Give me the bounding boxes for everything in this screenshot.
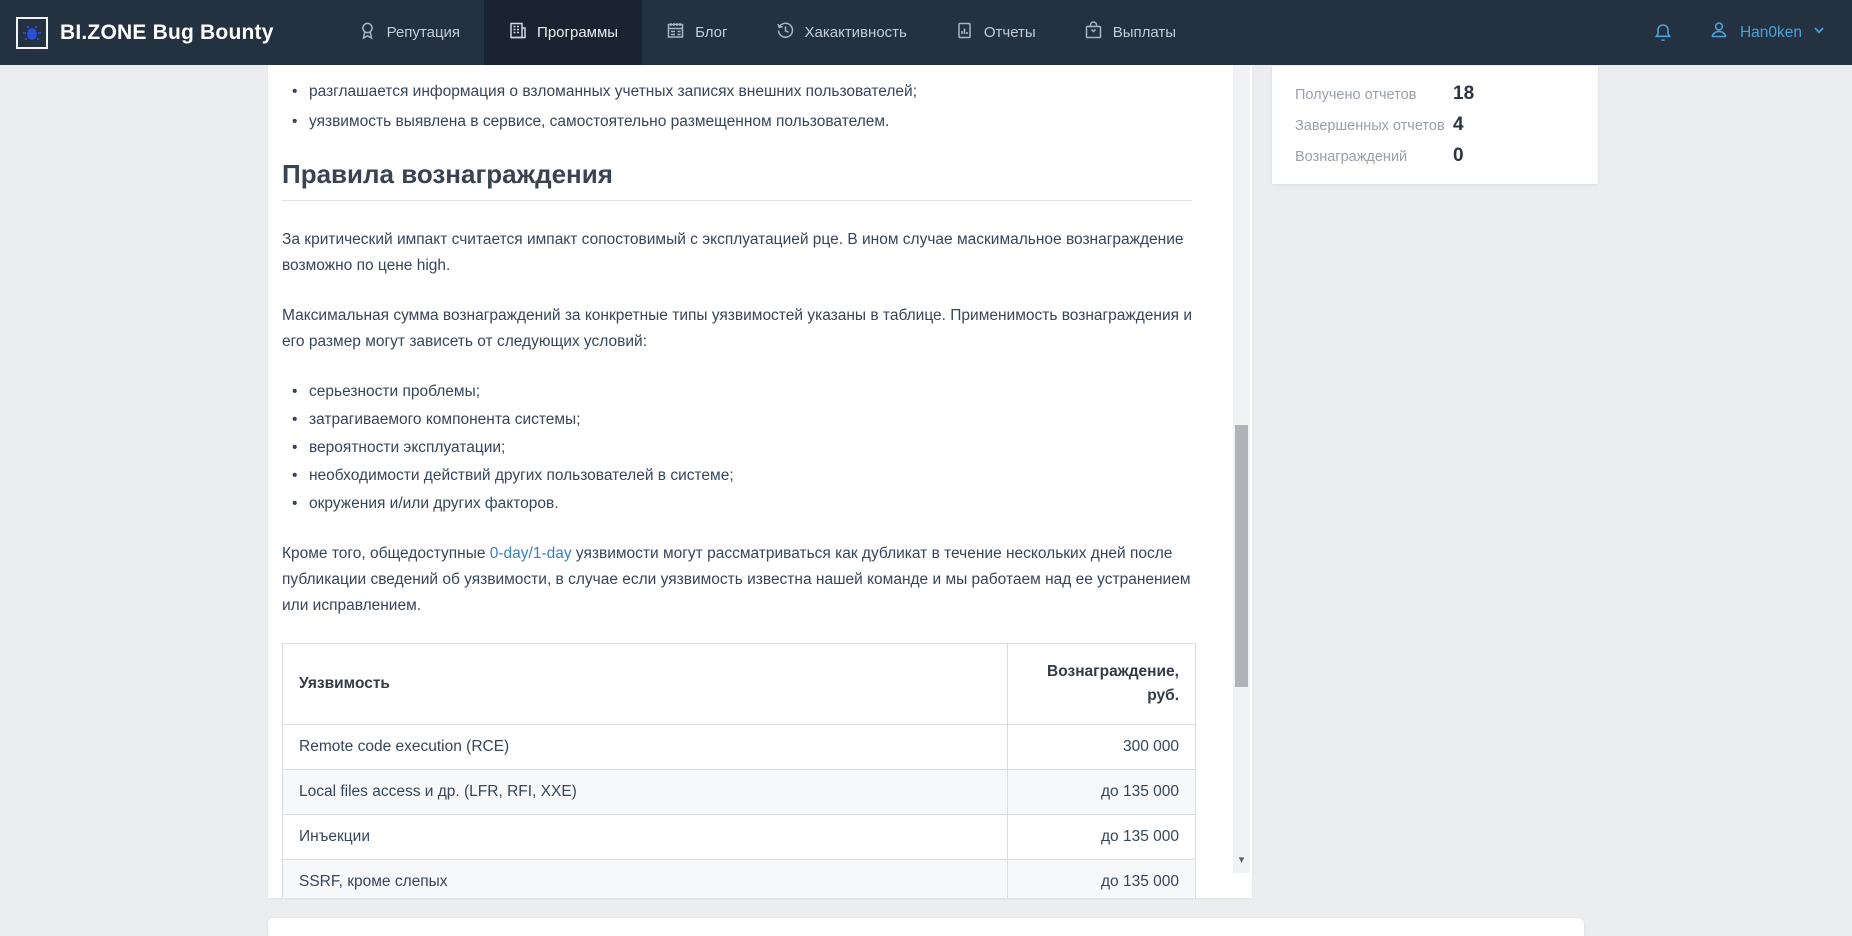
column-header-vulnerability: Уязвимость bbox=[283, 644, 1008, 725]
nav-item-hackactivity[interactable]: Хакактивность bbox=[752, 0, 931, 65]
main-nav: Репутация Программы bbox=[334, 0, 1200, 65]
reward-cell: до 135 000 bbox=[1008, 815, 1196, 860]
program-description-panel: разглашается информация о взломанных уче… bbox=[268, 65, 1252, 898]
top-navbar: BI.ZONE Bug Bounty Репутация Прог bbox=[0, 0, 1852, 65]
paragraph-max-rewards: Максимальная сумма вознаграждений за кон… bbox=[282, 303, 1192, 355]
nav-label: Репутация bbox=[387, 24, 460, 41]
reward-cell: 300 000 bbox=[1008, 725, 1196, 770]
brand-logo[interactable]: BI.ZONE Bug Bounty bbox=[0, 0, 292, 65]
vulnerability-cell: Remote code execution (RCE) bbox=[283, 725, 1008, 770]
award-icon bbox=[358, 21, 377, 44]
stat-label: Вознаграждений bbox=[1295, 149, 1453, 165]
list-item: вероятности эксплуатации; bbox=[282, 435, 1192, 461]
chevron-down-icon bbox=[1812, 23, 1826, 42]
stat-label: Завершенных отчетов bbox=[1295, 118, 1453, 134]
next-section-card-edge bbox=[268, 918, 1584, 936]
navbar-right: Han0ken bbox=[1652, 0, 1852, 65]
list-item: серьезности проблемы; bbox=[282, 379, 1192, 405]
news-icon bbox=[666, 21, 685, 44]
user-icon bbox=[1708, 19, 1730, 46]
report-icon bbox=[955, 21, 974, 44]
stat-label: Получено отчетов bbox=[1295, 87, 1453, 103]
paragraph-0day-duplicates: Кроме того, общедоступные 0-day/1-day уя… bbox=[282, 541, 1192, 619]
table-row: Remote code execution (RCE) 300 000 bbox=[283, 725, 1196, 770]
nav-label: Хакактивность bbox=[805, 24, 907, 41]
stat-row-rewards: Вознаграждений 0 bbox=[1295, 145, 1578, 167]
vulnerability-cell: Local files access и др. (LFR, RFI, XXE) bbox=[283, 770, 1008, 815]
rewards-rules-heading: Правила вознаграждения bbox=[282, 161, 1192, 201]
building-icon bbox=[508, 21, 527, 44]
nav-item-reputation[interactable]: Репутация bbox=[334, 0, 484, 65]
stat-value: 0 bbox=[1453, 145, 1464, 167]
notifications-bell-icon[interactable] bbox=[1652, 22, 1674, 44]
0day-term: 0-day/1-day bbox=[490, 545, 572, 562]
vulnerability-cell: Инъекции bbox=[283, 815, 1008, 860]
nav-label: Блог bbox=[695, 24, 727, 41]
stat-row-reports-received: Получено отчетов 18 bbox=[1295, 83, 1578, 105]
list-item: необходимости действий других пользовате… bbox=[282, 463, 1192, 489]
nav-item-blog[interactable]: Блог bbox=[642, 0, 751, 65]
program-stats-card: Получено отчетов 18 Завершенных отчетов … bbox=[1272, 66, 1598, 184]
list-item: уязвимость выявлена в сервисе, самостоят… bbox=[282, 109, 1192, 135]
vertical-scrollbar[interactable]: ▾ bbox=[1233, 65, 1250, 873]
nav-item-payouts[interactable]: Выплаты bbox=[1060, 0, 1200, 65]
reward-cell: до 135 000 bbox=[1008, 770, 1196, 815]
stat-value: 18 bbox=[1453, 83, 1474, 105]
program-rules-document: разглашается информация о взломанных уче… bbox=[268, 65, 1192, 898]
stat-row-reports-completed: Завершенных отчетов 4 bbox=[1295, 114, 1578, 136]
brand-title: BI.ZONE Bug Bounty bbox=[60, 21, 274, 45]
reward-cell: до 135 000 bbox=[1008, 860, 1196, 899]
history-icon bbox=[776, 21, 795, 44]
bizone-bug-icon bbox=[16, 17, 48, 49]
page: BI.ZONE Bug Bounty Репутация Прог bbox=[0, 0, 1852, 936]
nav-label: Отчеты bbox=[984, 24, 1036, 41]
scrollbar-thumb[interactable] bbox=[1235, 425, 1248, 687]
vulnerability-cell: SSRF, кроме слепых bbox=[283, 860, 1008, 899]
paragraph-critical-impact: За критический импакт считается импакт с… bbox=[282, 227, 1192, 279]
scrollbar-down-arrow[interactable]: ▾ bbox=[1236, 855, 1247, 866]
nav-label: Выплаты bbox=[1113, 24, 1176, 41]
reward-conditions-list: серьезности проблемы; затрагиваемого ком… bbox=[282, 379, 1192, 517]
user-menu[interactable]: Han0ken bbox=[1708, 19, 1826, 46]
table-header-row: Уязвимость Вознаграждение, руб. bbox=[283, 644, 1196, 725]
username: Han0ken bbox=[1740, 24, 1802, 42]
nav-label: Программы bbox=[537, 24, 618, 41]
list-item: окружения и/или других факторов. bbox=[282, 491, 1192, 517]
text-span: Кроме того, общедоступные bbox=[282, 545, 490, 562]
list-item: разглашается информация о взломанных уче… bbox=[282, 79, 1192, 105]
column-header-reward: Вознаграждение, руб. bbox=[1008, 644, 1196, 725]
nav-item-reports[interactable]: Отчеты bbox=[931, 0, 1060, 65]
stat-value: 4 bbox=[1453, 114, 1464, 136]
table-row: SSRF, кроме слепых до 135 000 bbox=[283, 860, 1196, 899]
table-row: Local files access и др. (LFR, RFI, XXE)… bbox=[283, 770, 1196, 815]
table-row: Инъекции до 135 000 bbox=[283, 815, 1196, 860]
payout-icon bbox=[1084, 21, 1103, 44]
rewards-table: Уязвимость Вознаграждение, руб. Remote c… bbox=[282, 643, 1196, 898]
list-item: затрагиваемого компонента системы; bbox=[282, 407, 1192, 433]
exclusions-list: разглашается информация о взломанных уче… bbox=[282, 79, 1192, 135]
nav-item-programs[interactable]: Программы bbox=[484, 0, 642, 65]
